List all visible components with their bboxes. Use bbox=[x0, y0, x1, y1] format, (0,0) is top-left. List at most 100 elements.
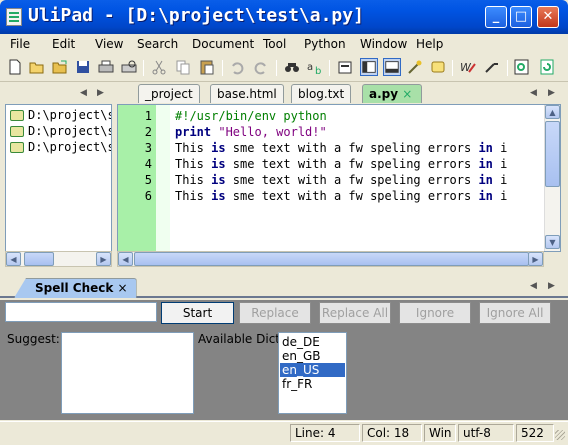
fold-margin[interactable] bbox=[156, 105, 170, 251]
title-bar[interactable]: UliPad - [D:\project\test\a.py] _ □ ✕ bbox=[0, 0, 568, 34]
search-files-icon[interactable] bbox=[513, 58, 531, 76]
paste-icon[interactable] bbox=[198, 58, 216, 76]
menu-edit[interactable]: Edit bbox=[52, 37, 75, 51]
minimize-button[interactable]: _ bbox=[485, 6, 507, 28]
status-eol: Win bbox=[424, 424, 456, 442]
code-token: is bbox=[211, 141, 226, 155]
menu-window[interactable]: Window bbox=[360, 37, 407, 51]
copy-icon[interactable] bbox=[174, 58, 192, 76]
svg-text:b: b bbox=[315, 66, 321, 76]
layout-left-icon[interactable] bbox=[360, 58, 378, 76]
menu-file[interactable]: File bbox=[10, 37, 30, 51]
tree-item[interactable]: D:\project\s bbox=[10, 124, 111, 138]
layout-bottom-icon[interactable] bbox=[383, 58, 401, 76]
menu-tool[interactable]: Tool bbox=[263, 37, 286, 51]
code-line[interactable]: This is sme text with a fw speling error… bbox=[175, 189, 507, 203]
replace-button[interactable]: Replace bbox=[239, 302, 311, 324]
start-button[interactable]: Start bbox=[161, 302, 234, 324]
status-line: Line: 4 bbox=[290, 424, 360, 442]
dictionary-list[interactable]: de_DE en_GB en_US fr_FR bbox=[278, 332, 347, 414]
editor-vertical-scrollbar[interactable]: ▲ ▼ bbox=[544, 105, 560, 251]
folder-icon bbox=[10, 110, 24, 121]
scroll-thumb[interactable] bbox=[24, 252, 54, 266]
word-input[interactable] bbox=[5, 302, 157, 322]
undo-icon[interactable] bbox=[228, 58, 246, 76]
panel-tabs-left-icon[interactable]: ◀ bbox=[530, 281, 537, 291]
tab-project[interactable]: _project bbox=[138, 84, 200, 103]
panel-tabs-right-icon[interactable]: ▶ bbox=[548, 281, 555, 291]
replace-all-button[interactable]: Replace All bbox=[319, 302, 391, 324]
code-editor[interactable]: 1 2 3 4 5 6 #!/usr/bin/env python print "… bbox=[117, 104, 561, 252]
run-icon[interactable] bbox=[483, 58, 501, 76]
tabs-scroll-right-icon[interactable]: ▶ bbox=[97, 88, 104, 98]
code-token: sme text with a fw speling errors bbox=[225, 189, 479, 203]
dict-item-de-de[interactable]: de_DE bbox=[280, 335, 345, 349]
code-token: in bbox=[478, 141, 493, 155]
script-icon[interactable] bbox=[429, 58, 447, 76]
window-title: UliPad - [D:\project\test\a.py] bbox=[28, 5, 364, 26]
scroll-thumb[interactable] bbox=[545, 121, 560, 187]
ignore-button[interactable]: Ignore bbox=[399, 302, 471, 324]
svg-text:a: a bbox=[307, 62, 313, 73]
tree-item[interactable]: D:\project\s bbox=[10, 108, 111, 122]
new-file-icon[interactable] bbox=[6, 58, 24, 76]
code-token: is bbox=[211, 189, 226, 203]
menu-search[interactable]: Search bbox=[137, 37, 178, 51]
refresh-icon[interactable] bbox=[538, 58, 556, 76]
dict-item-en-us[interactable]: en_US bbox=[280, 363, 345, 377]
open-file-icon[interactable] bbox=[28, 58, 46, 76]
scroll-left-icon[interactable]: ◀ bbox=[6, 252, 21, 266]
tab-a-py[interactable]: a.py × bbox=[362, 84, 422, 103]
code-token: sme text with a fw speling errors bbox=[225, 173, 479, 187]
open-folder-icon[interactable] bbox=[51, 58, 69, 76]
editor-tabs-right-icon[interactable]: ▶ bbox=[548, 88, 555, 98]
close-button[interactable]: ✕ bbox=[537, 6, 559, 28]
tab-close-icon[interactable]: × bbox=[118, 281, 128, 295]
find-icon[interactable] bbox=[283, 58, 301, 76]
line-number: 2 bbox=[144, 125, 152, 139]
replace-icon[interactable]: ab bbox=[306, 58, 324, 76]
scroll-thumb[interactable] bbox=[134, 252, 529, 266]
dict-item-en-gb[interactable]: en_GB bbox=[280, 349, 345, 363]
tree-horizontal-scrollbar[interactable]: ◀ ▶ bbox=[5, 251, 112, 267]
scroll-right-icon[interactable]: ▶ bbox=[528, 252, 543, 266]
redo-icon[interactable] bbox=[252, 58, 270, 76]
tabs-scroll-left-icon[interactable]: ◀ bbox=[80, 88, 87, 98]
scroll-up-icon[interactable]: ▲ bbox=[545, 105, 560, 119]
suggest-list[interactable] bbox=[61, 332, 194, 414]
maximize-button[interactable]: □ bbox=[510, 6, 532, 28]
print-icon[interactable] bbox=[97, 58, 115, 76]
code-line[interactable]: This is sme text with a fw speling error… bbox=[175, 157, 507, 171]
wizard-icon[interactable] bbox=[406, 58, 424, 76]
menu-document[interactable]: Document bbox=[192, 37, 254, 51]
project-tree[interactable]: D:\project\s D:\project\s D:\project\s bbox=[5, 104, 112, 252]
editor-tabs-left-icon[interactable]: ◀ bbox=[530, 88, 537, 98]
code-line[interactable]: This is sme text with a fw speling error… bbox=[175, 141, 507, 155]
menu-help[interactable]: Help bbox=[416, 37, 443, 51]
menu-python[interactable]: Python bbox=[304, 37, 346, 51]
code-line[interactable]: #!/usr/bin/env python bbox=[175, 109, 327, 123]
scroll-left-icon[interactable]: ◀ bbox=[118, 252, 133, 266]
menu-view[interactable]: View bbox=[95, 37, 123, 51]
spell-check-icon[interactable]: W bbox=[459, 58, 477, 76]
code-line[interactable]: This is sme text with a fw speling error… bbox=[175, 173, 507, 187]
scroll-down-icon[interactable]: ▼ bbox=[545, 235, 560, 249]
cut-icon[interactable] bbox=[150, 58, 168, 76]
status-size: 522 bbox=[516, 424, 554, 442]
ignore-all-button[interactable]: Ignore All bbox=[479, 302, 551, 324]
print-preview-icon[interactable] bbox=[120, 58, 138, 76]
code-token: is bbox=[211, 157, 226, 171]
resize-grip[interactable] bbox=[555, 430, 565, 440]
tab-close-icon[interactable]: × bbox=[402, 87, 412, 101]
scroll-right-icon[interactable]: ▶ bbox=[96, 252, 111, 266]
dict-item-fr-fr[interactable]: fr_FR bbox=[280, 377, 345, 391]
tree-item[interactable]: D:\project\s bbox=[10, 140, 111, 154]
save-icon[interactable] bbox=[74, 58, 92, 76]
preferences-icon[interactable] bbox=[336, 58, 354, 76]
code-line[interactable]: print "Hello, world!" bbox=[175, 125, 327, 139]
tab-spell-check[interactable]: Spell Check × bbox=[14, 278, 137, 298]
code-token: i bbox=[492, 141, 508, 155]
tab-blog-txt[interactable]: blog.txt bbox=[291, 84, 352, 103]
tab-base-html[interactable]: base.html bbox=[210, 84, 284, 103]
editor-horizontal-scrollbar[interactable]: ◀ ▶ bbox=[117, 251, 544, 267]
